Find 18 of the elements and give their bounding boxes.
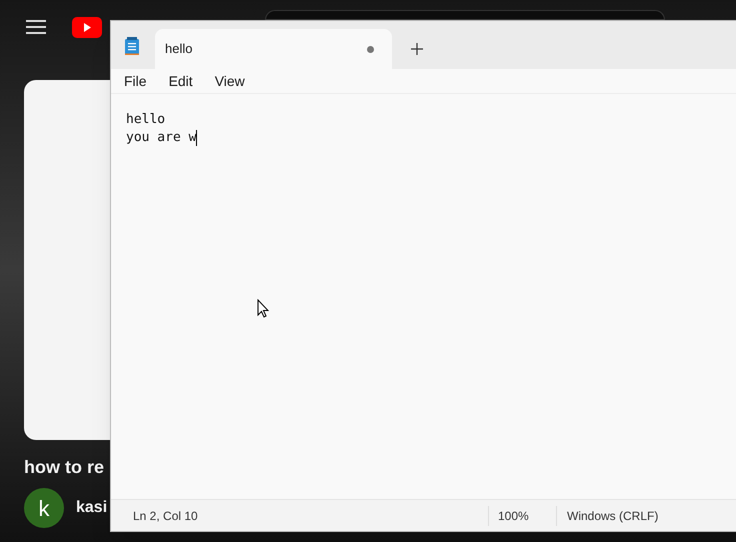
cursor-position: Ln 2, Col 10 xyxy=(133,508,199,524)
video-thumbnail[interactable] xyxy=(24,80,110,440)
document-tab[interactable]: hello xyxy=(155,29,392,69)
menu-icon[interactable] xyxy=(26,19,46,35)
zoom-level[interactable]: 100% xyxy=(498,506,556,524)
menu-item[interactable]: File xyxy=(115,70,156,92)
menu-item[interactable]: Edit xyxy=(160,70,202,92)
menu-item[interactable]: View xyxy=(206,70,254,92)
text-line: you are w xyxy=(126,129,196,148)
mouse-pointer-icon xyxy=(257,299,269,318)
text-cursor xyxy=(196,130,198,146)
channel-name[interactable]: kasi xyxy=(76,496,108,520)
notepad-icon xyxy=(125,37,139,55)
line-ending[interactable]: Windows (CRLF) xyxy=(567,506,658,524)
play-logo-icon[interactable] xyxy=(72,17,102,38)
new-tab-icon[interactable] xyxy=(411,43,423,55)
video-title[interactable]: how to re xyxy=(24,455,108,479)
text-line: hello xyxy=(126,111,166,130)
